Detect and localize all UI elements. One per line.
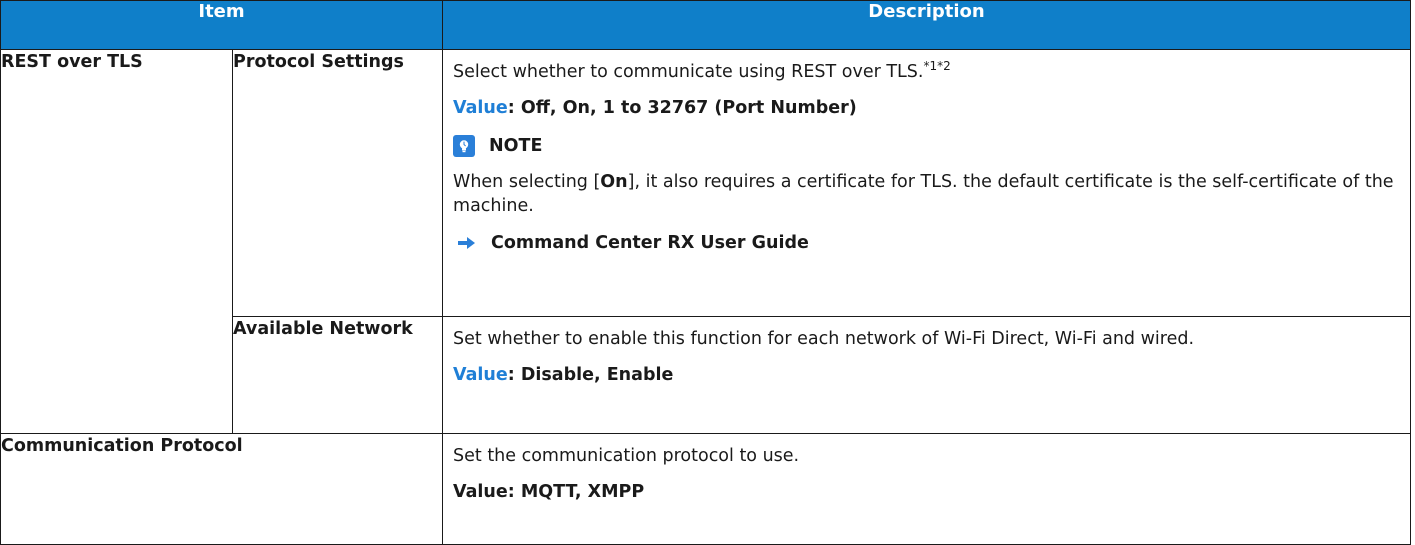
value-key: Value <box>453 98 508 118</box>
note-text: When selecting [On], it also requires a … <box>453 172 1394 216</box>
protocol-settings-label: Protocol Settings <box>231 49 444 317</box>
value-key: Value <box>453 365 508 385</box>
right-arrow-icon <box>457 235 477 251</box>
communication-protocol-label: Communication Protocol <box>0 433 444 545</box>
reference-link-text[interactable]: Command Center RX User Guide <box>491 233 809 253</box>
description-text: Select whether to communicate using REST… <box>453 59 951 82</box>
communication-protocol-description: Set the communication protocol to use. V… <box>442 433 1412 545</box>
table-header-row: Item Description <box>0 0 1412 50</box>
table-row: Communication Protocol Set the communica… <box>0 433 1412 545</box>
header-item: Item <box>0 0 444 50</box>
protocol-settings-description: Select whether to communicate using REST… <box>442 49 1412 317</box>
value-options: : Off, On, 1 to 32767 (Port Number) <box>507 98 857 118</box>
description-text: Set the communication protocol to use. <box>453 446 800 466</box>
note-title: NOTE <box>489 136 543 156</box>
value-line: Value: Disable, Enable <box>453 363 1400 387</box>
available-network-description: Set whether to enable this function for … <box>442 316 1412 434</box>
rest-over-tls-label: REST over TLS <box>0 49 233 434</box>
note-heading: NOTE <box>453 132 1400 160</box>
value-line: Value: MQTT, XMPP <box>453 482 645 502</box>
available-network-label: Available Network <box>231 316 444 434</box>
header-description: Description <box>442 0 1412 50</box>
settings-table: Item Description REST over TLS Protocol … <box>0 0 1412 545</box>
lightbulb-icon <box>453 135 476 157</box>
description-text: Set whether to enable this function for … <box>453 329 1195 349</box>
table-row: REST over TLS Protocol Settings Select w… <box>0 49 1412 434</box>
value-line: Value: Off, On, 1 to 32767 (Port Number) <box>453 96 1400 120</box>
value-options: : Disable, Enable <box>507 365 674 385</box>
footnote-ref: *1*2 <box>923 59 951 73</box>
reference-link[interactable]: Command Center RX User Guide <box>453 230 1400 256</box>
